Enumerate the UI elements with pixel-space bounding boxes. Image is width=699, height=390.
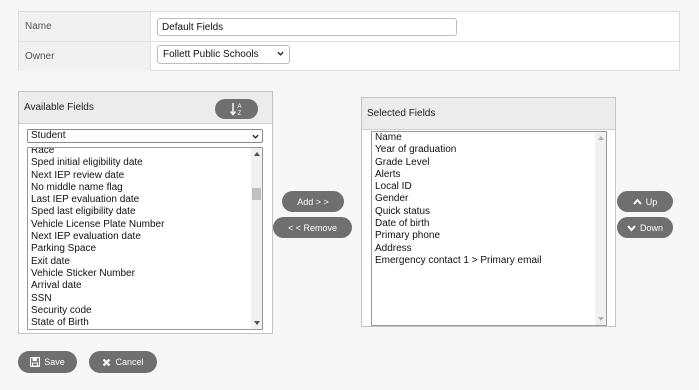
save-button-label: Save [44,357,65,367]
move-up-button[interactable]: Up [617,191,673,212]
list-item[interactable]: Year of graduation [374,144,594,156]
move-up-label: Up [645,196,658,207]
list-item[interactable]: Next IEP evaluation date [30,231,250,243]
scroll-down-icon[interactable] [598,317,604,321]
list-item[interactable]: Quick status [374,206,594,218]
svg-text:A: A [237,104,241,110]
list-item[interactable]: Local ID [374,181,594,193]
name-input[interactable] [157,18,457,36]
list-item[interactable]: Gender [374,193,594,205]
available-fields-items: Race Sped initial eligibility date Next IE… [30,148,250,330]
available-fields-panel: Available Fields A Z Student Race Sped in… [18,91,273,334]
owner-select[interactable]: Follett Public Schools [157,45,290,64]
row-divider [19,41,679,42]
category-select-value: Student [31,130,66,141]
list-item[interactable]: Emergency contact 1 > Primary email [374,255,594,267]
list-item[interactable]: Security code [30,305,250,317]
list-item[interactable]: Arrival date [30,280,250,292]
list-item[interactable]: No middle name flag [30,182,250,194]
name-label: Name [19,12,150,41]
list-item[interactable]: Date of birth [374,218,594,230]
list-item[interactable]: Grade Level [374,157,594,169]
chevron-down-icon [252,134,259,139]
selected-fields-list[interactable]: Name Year of graduation Grade Level Alerts L… [371,131,607,326]
sort-alphabetical-button[interactable]: A Z [215,99,258,119]
move-down-button[interactable]: Down [617,217,673,238]
save-button[interactable]: Save [18,351,77,373]
list-item[interactable]: Address [374,243,594,255]
remove-button[interactable]: < < Remove [273,217,352,238]
chevron-up-icon [632,197,642,205]
cancel-button[interactable]: Cancel [89,351,157,373]
owner-label: Owner [19,42,150,71]
properties-table: Name Owner Follett Public Schools [18,11,680,71]
svg-text:Z: Z [237,111,241,116]
column-divider [150,12,151,70]
scroll-up-icon[interactable] [254,152,260,156]
sort-alpha-down-icon: A Z [229,103,241,116]
x-icon [103,358,111,366]
move-down-label: Down [639,222,663,233]
list-item[interactable]: State of Birth [30,317,250,329]
list-item[interactable]: Vehicle License Plate Number [30,219,250,231]
list-item[interactable]: Primary phone [374,230,594,242]
list-item[interactable]: Race [30,148,250,157]
list-item[interactable]: Next IEP review date [30,170,250,182]
selected-list-scrollbar[interactable] [595,132,606,325]
list-item[interactable]: Alerts [374,169,594,181]
list-item[interactable]: Name [374,132,594,144]
list-item[interactable]: Sped initial eligibility date [30,157,250,169]
list-item[interactable]: SSN [30,293,250,305]
scroll-thumb[interactable] [252,188,261,200]
list-item[interactable]: Sped last eligibility date [30,206,250,218]
remove-button-label: < < Remove [287,222,338,233]
list-item[interactable]: Last IEP evaluation date [30,194,250,206]
category-select[interactable]: Student [27,129,263,143]
chevron-down-icon [277,51,284,56]
selected-fields-items: Name Year of graduation Grade Level Alerts L… [374,132,594,267]
selected-fields-panel: Selected Fields Name Year of graduation Gr… [361,97,616,327]
chevron-down-icon [627,224,636,232]
available-list-scrollbar[interactable] [251,148,262,329]
list-item[interactable]: Social security number [30,329,250,330]
scroll-down-icon[interactable] [254,321,260,325]
available-fields-list[interactable]: Race Sped initial eligibility date Next IE… [27,147,263,330]
selected-fields-title: Selected Fields [362,98,615,130]
floppy-disk-icon [30,357,41,367]
list-item[interactable]: Vehicle Sticker Number [30,268,250,280]
add-button-label: Add > > [297,196,329,207]
owner-select-value: Follett Public Schools [163,49,259,60]
cancel-button-label: Cancel [115,357,144,367]
list-item[interactable]: Parking Space [30,243,250,255]
list-item[interactable]: Exit date [30,256,250,268]
add-button[interactable]: Add > > [282,191,344,212]
scroll-up-icon[interactable] [598,136,604,140]
